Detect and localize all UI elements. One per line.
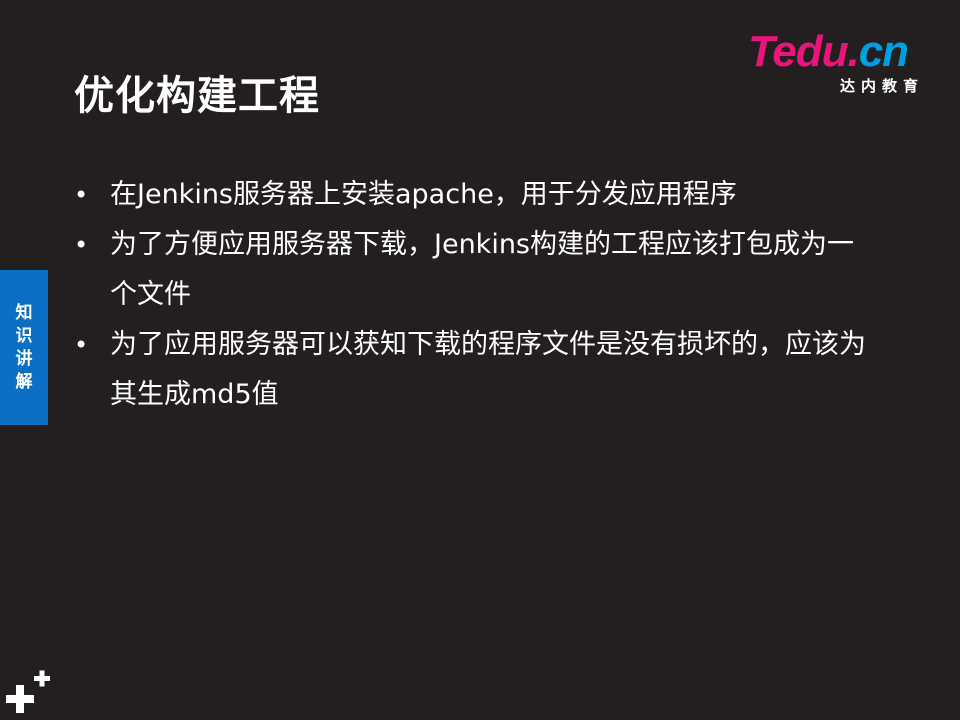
slide-title: 优化构建工程 (74, 73, 320, 119)
bullet-list: • 在Jenkins服务器上安装apache，用于分发应用程序 • 为了方便应用… (74, 170, 874, 420)
section-tab-char: 讲 (15, 348, 33, 369)
logo-word-cn: cn (858, 27, 909, 76)
bullet-text: 在Jenkins服务器上安装apache，用于分发应用程序 (110, 179, 737, 210)
logo-word-t: T (748, 27, 773, 76)
bullet-marker: • (74, 231, 89, 259)
bullet-marker: • (74, 181, 89, 209)
bullet-text: 为了应用服务器可以获知下载的程序文件是没有损坏的，应该为其生成md5值 (110, 329, 866, 410)
tedu-logo: Tedu.cn 达内教育 (748, 28, 938, 98)
bullet-item: • 为了方便应用服务器下载，Jenkins构建的工程应该打包成为一个文件 (74, 220, 874, 320)
logo-subtitle: 达内教育 (839, 77, 924, 95)
logo-word-rest: edu. (772, 27, 859, 76)
section-tab-char: 解 (15, 371, 33, 392)
section-tab: 知 识 讲 解 (0, 270, 48, 425)
plus-icon (6, 670, 50, 713)
logo-wordmark: Tedu.cn (748, 27, 909, 76)
bullet-item: • 在Jenkins服务器上安装apache，用于分发应用程序 (74, 170, 874, 220)
slide: 优化构建工程 Tedu.cn 达内教育 • 在Jenkins服务器上安装apac… (0, 0, 960, 720)
bullet-text: 为了方便应用服务器下载，Jenkins构建的工程应该打包成为一个文件 (110, 229, 855, 310)
section-tab-char: 识 (15, 325, 33, 346)
section-tab-char: 知 (15, 302, 33, 323)
bullet-item: • 为了应用服务器可以获知下载的程序文件是没有损坏的，应该为其生成md5值 (74, 320, 874, 420)
bullet-marker: • (74, 331, 89, 359)
